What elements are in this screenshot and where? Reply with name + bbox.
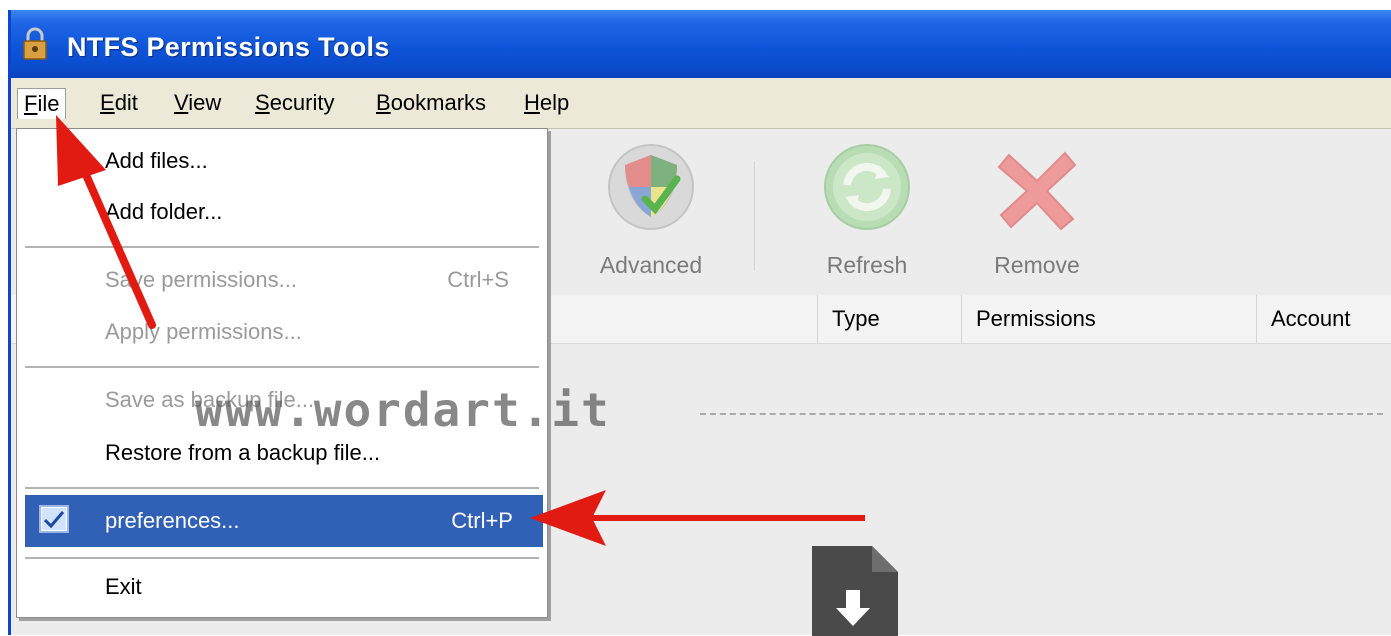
menu-item-label: Add files... [105,148,208,173]
menu-help[interactable]: Help [518,88,575,118]
menu-view-mnemonic: V [174,90,189,115]
menu-help-mnemonic: H [524,90,540,115]
menu-security[interactable]: Security [249,88,340,118]
window-title: NTFS Permissions Tools [67,32,390,62]
menu-edit[interactable]: Edit [94,88,144,118]
lock-icon [23,27,47,60]
menu-item-exit[interactable]: Exit [17,564,547,610]
menu-file-mnemonic: F [24,91,38,116]
download-document-icon [812,546,898,636]
menu-item-save-permissions[interactable]: Save permissions... Ctrl+S [17,257,547,303]
menu-item-label: Add folder... [105,199,223,224]
column-account[interactable]: Account [1256,295,1391,343]
menu-separator [25,557,539,559]
column-permissions[interactable]: Permissions [961,295,1256,343]
menu-item-label: preferences... [105,508,240,533]
check-icon [39,505,69,533]
dashed-divider [700,413,1383,415]
title-bar[interactable]: NTFS Permissions Tools [11,10,1391,78]
toolbar-separator [754,161,756,271]
remove-x-icon [997,151,1077,231]
advanced-label: Advanced [599,252,703,278]
menu-help-label: elp [539,90,570,115]
menu-edit-label: dit [114,90,138,115]
menu-separator [25,366,539,368]
menu-file[interactable]: File [17,88,67,119]
menu-file-label: ile [37,91,60,116]
menu-bookmarks-label: ookmarks [390,90,487,115]
menu-item-label: Apply permissions... [105,319,302,344]
menu-separator [25,246,539,248]
menu-view[interactable]: View [168,88,227,118]
menu-item-shortcut: Ctrl+P [451,508,513,533]
menu-item-shortcut: Ctrl+S [447,267,509,292]
menu-item-apply-permissions[interactable]: Apply permissions... [17,309,547,355]
menu-item-add-files[interactable]: Add files... [17,138,547,184]
menu-item-label: Save permissions... [105,267,297,292]
menu-item-preferences[interactable]: preferences... Ctrl+P [25,495,543,547]
refresh-label: Refresh [826,252,908,278]
menu-security-label: ecurity [269,90,335,115]
remove-label: Remove [994,252,1080,278]
file-menu-dropdown: Add files... Add folder... Save permissi… [16,128,548,618]
menu-bar: File Edit View Security Bookmarks Help [11,78,1391,129]
menu-edit-mnemonic: E [100,90,115,115]
menu-item-add-folder[interactable]: Add folder... [17,189,547,235]
menu-view-label: iew [188,90,222,115]
column-type[interactable]: Type [817,295,965,343]
menu-separator [25,487,539,489]
menu-item-label: Exit [105,574,142,599]
menu-bookmarks-mnemonic: B [376,90,391,115]
menu-bookmarks[interactable]: Bookmarks [370,88,492,118]
refresh-button[interactable]: Refresh [797,141,937,279]
watermark-text: www.wordart.it [195,383,611,437]
remove-button[interactable]: Remove [967,141,1107,279]
advanced-button[interactable]: Advanced [581,141,721,279]
menu-security-mnemonic: S [255,90,270,115]
refresh-icon [824,144,910,230]
shield-check-icon [608,144,694,230]
